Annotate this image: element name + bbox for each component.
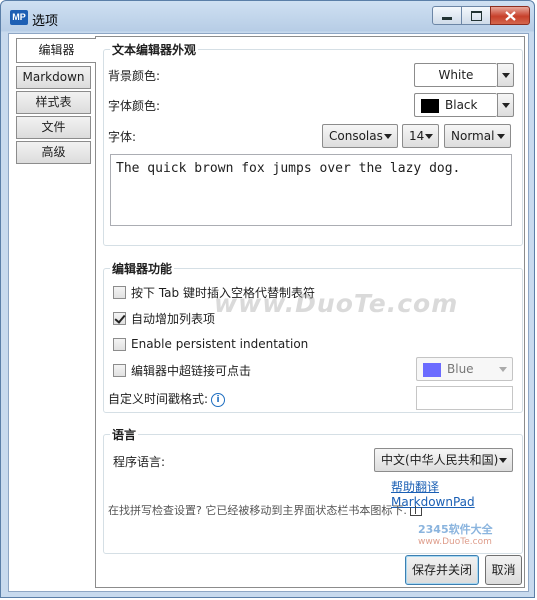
font-weight-select[interactable]: Normal (444, 124, 511, 148)
program-language-label: 程序语言: (113, 455, 166, 469)
clickable-links-option[interactable]: 编辑器中超链接可点击 (113, 362, 251, 378)
markdownpad-logo-icon: MP (10, 10, 28, 25)
timestamp-label: 自定义时间戳格式: i (108, 390, 226, 407)
persistent-indent-checkbox[interactable] (113, 337, 126, 351)
chevron-down-icon (499, 367, 507, 372)
language-group-title: 语言 (110, 426, 139, 443)
chevron-down-icon (497, 134, 505, 139)
chevron-down-icon (502, 103, 510, 108)
minimize-button[interactable] (432, 6, 462, 25)
book-icon (409, 505, 422, 516)
chevron-down-icon (499, 458, 507, 463)
auto-list-checkbox[interactable] (113, 311, 126, 325)
font-size-select[interactable]: 14 (402, 124, 439, 148)
bg-color-label: 背景颜色: (108, 69, 161, 83)
font-preview-text: The quick brown fox jumps over the lazy … (116, 161, 461, 176)
font-color-value: Black (445, 98, 478, 112)
bg-color-select[interactable]: White (414, 63, 497, 87)
tab-markdown[interactable]: Markdown (16, 66, 91, 89)
site-logo-text: 2345软件大全 (418, 523, 493, 536)
site-url: www.DuoTe.com (418, 537, 492, 547)
title-bar[interactable]: MP 选项 (1, 1, 534, 33)
spellcheck-note: 在找拼写检查设置? 它已经被移动到主界面状态栏书本图标下. (108, 502, 422, 518)
close-icon (504, 10, 516, 21)
font-label: 字体: (108, 130, 137, 144)
chevron-down-icon (384, 134, 392, 139)
tab-editor[interactable]: 编辑器 (16, 38, 96, 63)
bg-color-dropdown-button[interactable] (497, 63, 514, 87)
font-color-label: 字体颜色: (108, 99, 161, 113)
auto-list-label: 自动增加列表项 (131, 311, 216, 326)
window-title: 选项 (32, 14, 59, 29)
chevron-down-icon (425, 134, 433, 139)
editor-tab-panel: 文本编辑器外观 背景颜色: White 字体颜色: Black 字体: Cons (95, 36, 525, 588)
timestamp-label-text: 自定义时间戳格式: (108, 392, 209, 406)
save-close-button[interactable]: 保存并关闭 (405, 555, 479, 585)
auto-list-option[interactable]: 自动增加列表项 (113, 310, 215, 326)
tab-advanced[interactable]: 高级 (16, 141, 91, 164)
persistent-indent-option[interactable]: Enable persistent indentation (113, 336, 308, 352)
timestamp-format-input[interactable] (416, 386, 513, 410)
font-weight-value: Normal (451, 129, 495, 143)
clickable-links-checkbox[interactable] (113, 363, 126, 377)
maximize-icon (470, 10, 482, 21)
maximize-button[interactable] (461, 6, 491, 25)
site-logo: 2345软件大全 www.DuoTe.com (418, 521, 526, 547)
duote-watermark: www.DuoTe.com (214, 289, 459, 318)
tab-spaces-checkbox[interactable] (113, 285, 126, 299)
appearance-group: 文本编辑器外观 背景颜色: White 字体颜色: Black 字体: Cons (103, 41, 523, 246)
font-color-dropdown-button[interactable] (497, 93, 514, 117)
dialog-content: 编辑器 Markdown 样式表 文件 高级 文本编辑器外观 背景颜色: Whi… (8, 33, 529, 592)
close-button[interactable] (490, 6, 530, 25)
link-color-swatch (423, 362, 441, 377)
spellcheck-note-text: 在找拼写检查设置? 它已经被移动到主界面状态栏书本图标下. (108, 504, 407, 517)
tab-file[interactable]: 文件 (16, 116, 91, 139)
link-color-value: Blue (447, 362, 474, 376)
clickable-links-label: 编辑器中超链接可点击 (131, 363, 252, 378)
font-color-swatch (421, 98, 439, 113)
options-window: MP 选项 编辑器 Markdown 样式表 文件 高级 文本编辑器外观 背景颜… (0, 0, 535, 598)
appearance-group-title: 文本编辑器外观 (110, 41, 199, 58)
font-preview-box: The quick brown fox jumps over the lazy … (110, 154, 512, 226)
info-icon[interactable]: i (211, 392, 226, 407)
features-group-title: 编辑器功能 (110, 260, 175, 277)
persistent-indent-label: Enable persistent indentation (131, 337, 309, 351)
minimize-icon (442, 17, 452, 20)
chevron-down-icon (502, 73, 510, 78)
link-color-select[interactable]: Blue (416, 357, 513, 381)
font-color-select[interactable]: Black (414, 93, 497, 117)
tab-stylesheet[interactable]: 样式表 (16, 91, 91, 114)
font-family-select[interactable]: Consolas (322, 124, 398, 148)
font-size-value: 14 (409, 129, 425, 143)
program-language-value: 中文(中华人民共和国) (381, 453, 499, 467)
cancel-button[interactable]: 取消 (485, 555, 522, 585)
program-language-select[interactable]: 中文(中华人民共和国) (374, 448, 513, 472)
font-family-value: Consolas (329, 129, 383, 143)
bg-color-value: White (438, 68, 474, 82)
